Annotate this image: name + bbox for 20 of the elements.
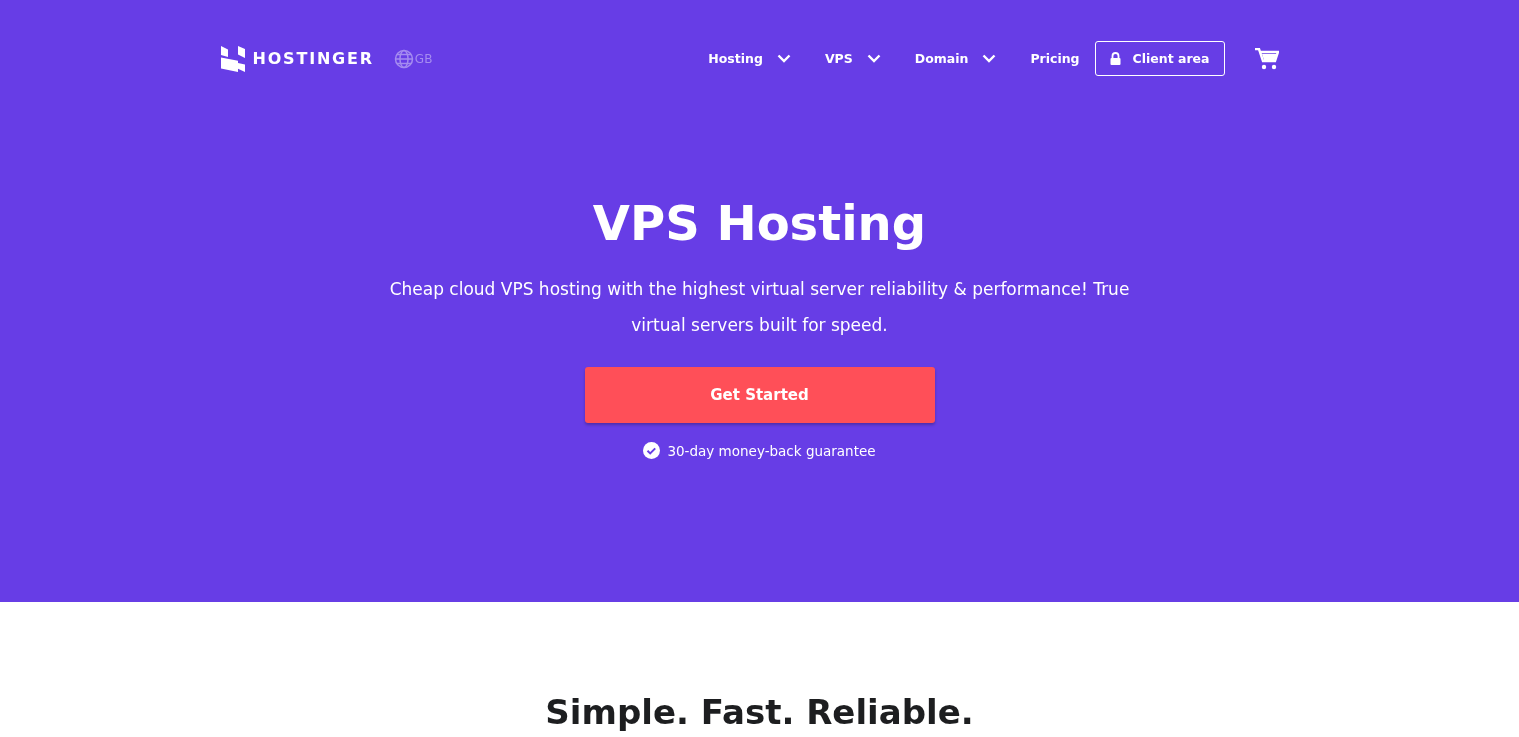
chevron-down-icon — [866, 54, 881, 63]
hero-subtitle: Cheap cloud VPS hosting with the highest virtual server reliability & performance! True virtual servers built for speed. — [388, 278, 1131, 337]
nav-menu-item[interactable]: Domain — [914, 51, 997, 66]
chevron-down-icon — [982, 54, 997, 63]
cart-icon[interactable] — [1254, 47, 1279, 70]
globe-icon — [393, 48, 414, 69]
get-started-button[interactable]: Get Started — [584, 367, 935, 423]
guarantee-text: 30-day money-back guarantee — [667, 442, 876, 459]
nav-menu-item[interactable]: Hosting — [708, 51, 791, 66]
nav-link[interactable]: Pricing — [1030, 51, 1080, 66]
hostinger-logo[interactable]: HOSTINGER — [220, 45, 374, 72]
nav-menu-item[interactable]: VPS — [824, 51, 881, 66]
logo-text: HOSTINGER — [252, 49, 374, 68]
client-area-button[interactable]: Client area — [1094, 41, 1225, 76]
section-heading: Simple. Fast. Reliable. — [545, 691, 974, 734]
chevron-down-icon — [776, 54, 791, 63]
lock-icon — [1109, 52, 1121, 65]
logo-icon — [220, 45, 245, 72]
hero-title: VPS Hosting — [592, 194, 927, 253]
check-circle-icon — [643, 442, 661, 459]
